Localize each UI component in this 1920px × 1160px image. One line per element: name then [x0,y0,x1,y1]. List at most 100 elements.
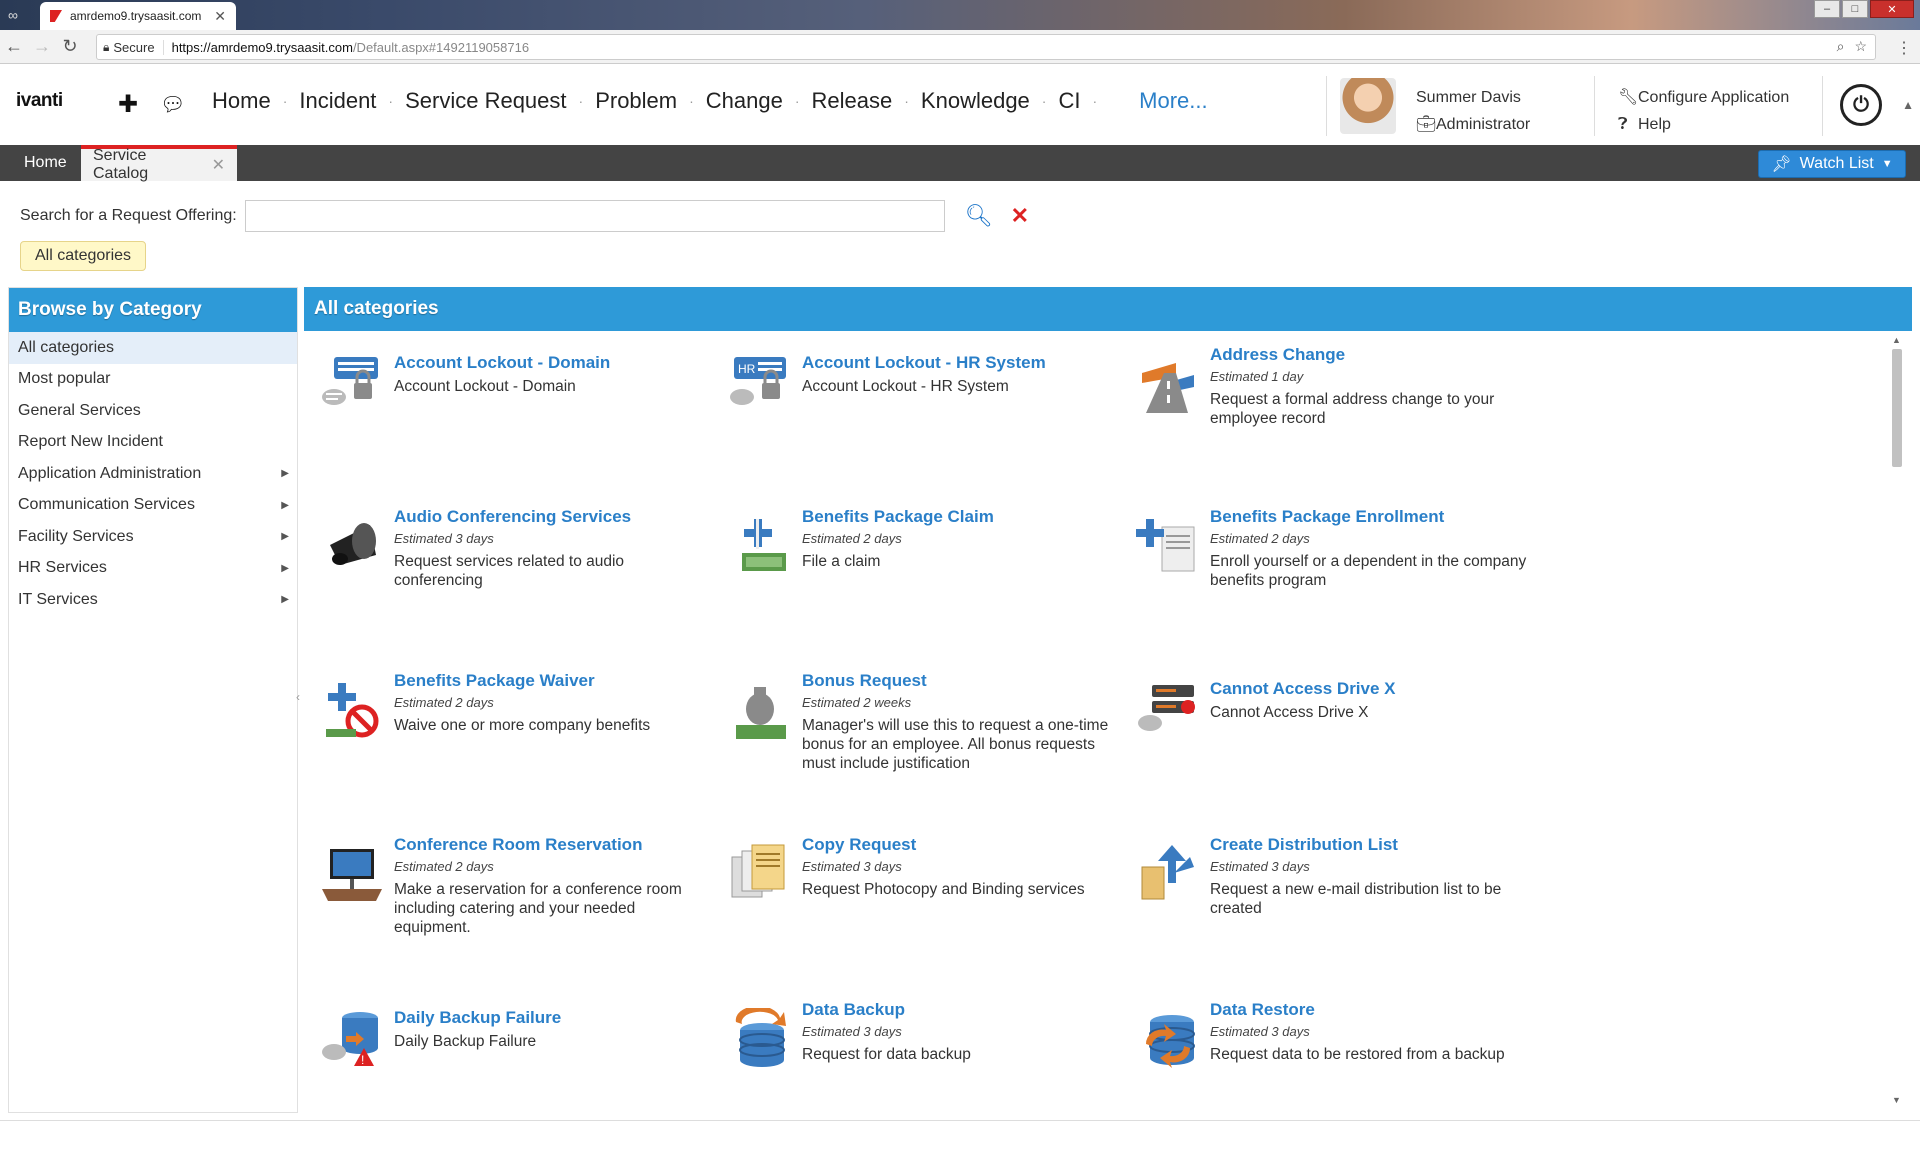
offering-title[interactable]: Bonus Request [802,671,1122,691]
search-input[interactable] [244,200,945,232]
offering-title[interactable]: Data Restore [1210,1000,1530,1020]
lock-icon: 🔒︎ [103,39,110,54]
browser-tabstrip: ∞ amrdemo9.trysaasit.com ✕ – □ ✕ [0,0,1920,30]
offering-title[interactable]: Conference Room Reservation [394,835,714,855]
zoom-icon[interactable]: ⌕ [1837,38,1845,55]
back-icon[interactable]: ← [0,36,28,57]
chevron-right-icon[interactable]: ▶ [281,500,289,511]
offering-estimate: Estimated 1 day [1210,369,1304,384]
medical-no-icon[interactable] [320,679,382,741]
chat-bubble-icon[interactable]: 💬︎ [160,92,185,117]
chevron-right-icon[interactable]: ▶ [281,594,289,605]
medical-document-icon[interactable] [1136,515,1198,577]
offering-title[interactable]: Benefits Package Waiver [394,671,714,691]
clear-search-icon[interactable]: ✕ [1011,203,1029,229]
scroll-up-icon[interactable]: ▲ [1902,98,1914,112]
scroll-up-arrow-icon[interactable]: ▲ [1892,335,1901,345]
drive-error-icon[interactable] [1136,679,1198,741]
new-plus-icon[interactable]: ✚ [118,90,138,119]
sidebar-item[interactable]: Report New Incident [9,427,297,459]
tab-service-catalog[interactable]: Service Catalog ✕ [81,145,237,182]
minimize-icon[interactable]: – [1814,0,1840,18]
browser-tab-title: amrdemo9.trysaasit.com [70,9,202,23]
bookmark-star-icon[interactable]: ☆ [1854,38,1867,55]
sidebar-item[interactable]: Most popular [9,364,297,396]
scroll-down-arrow-icon[interactable]: ▼ [1892,1095,1901,1105]
nav-release[interactable]: Release [812,88,893,114]
offering-title[interactable]: Account Lockout - HR System [802,353,1122,373]
url-input[interactable]: 🔒︎ Secure https://amrdemo9.trysaasit.com… [96,34,1876,60]
help-link[interactable]: Help [1638,116,1671,133]
logout-power-icon[interactable]: ⏻ [1840,84,1882,126]
scrollbar[interactable]: ▲ ▼ [1890,335,1904,1105]
offering-title[interactable]: Daily Backup Failure [394,1008,714,1028]
close-tab-icon[interactable]: ✕ [212,155,225,175]
nav-ci[interactable]: CI [1058,88,1080,114]
window-close-icon[interactable]: ✕ [1870,0,1914,18]
ivanti-logo[interactable]: ivanti [16,90,63,112]
database-backup-icon[interactable] [728,1005,790,1070]
sidebar-item-label: Application Administration [18,464,202,482]
offering-title[interactable]: Cannot Access Drive X [1210,679,1530,699]
reload-icon[interactable]: ↻ [56,36,84,57]
chevron-right-icon[interactable]: ▶ [281,468,289,479]
sidebar-item[interactable]: Facility Services ▶ [9,521,297,553]
offering-title[interactable]: Benefits Package Claim [802,507,1122,527]
sidebar-item[interactable]: Communication Services ▶ [9,490,297,522]
offering-title[interactable]: Benefits Package Enrollment [1210,507,1530,527]
copy-documents-icon[interactable] [728,843,790,905]
offering-title[interactable]: Account Lockout - Domain [394,353,714,373]
database-warning-icon[interactable]: ! [320,1008,382,1070]
browser-menu-kebab-icon[interactable]: ⋮ [1896,38,1912,58]
tab-home[interactable]: Home [12,145,79,181]
configure-application-link[interactable]: Configure Application [1638,89,1789,106]
tab-service-catalog-label: Service Catalog [93,147,149,182]
category-filter-chip[interactable]: All categories [20,241,147,271]
offering-title[interactable]: Data Backup [802,1000,1122,1020]
forward-icon[interactable]: → [28,36,56,57]
nav-service-request[interactable]: Service Request [405,88,566,114]
offering-title[interactable]: Address Change [1210,345,1530,365]
road-sign-icon[interactable] [1136,353,1198,415]
browser-menu-icon[interactable]: ∞ [8,7,18,23]
browser-tab[interactable]: amrdemo9.trysaasit.com ✕ [40,2,236,30]
sidebar-item[interactable]: General Services [9,395,297,427]
nav-knowledge[interactable]: Knowledge [921,88,1030,114]
sidebar-item[interactable]: Application Administration ▶ [9,458,297,490]
medical-money-icon[interactable] [728,515,790,577]
distribution-list-icon[interactable] [1136,843,1198,905]
nav-change[interactable]: Change [706,88,783,114]
server-lock-icon[interactable] [320,353,382,415]
offering-description: Account Lockout - Domain [394,378,576,395]
avatar[interactable] [1340,78,1396,134]
sidebar-item[interactable]: HR Services ▶ [9,553,297,585]
scrollbar-thumb[interactable] [1892,349,1902,467]
nav-home[interactable]: Home [212,88,271,114]
maximize-icon[interactable]: □ [1842,0,1868,18]
sidebar-item[interactable]: All categories [9,332,297,364]
nav-incident[interactable]: Incident [299,88,376,114]
conference-room-icon[interactable] [320,843,382,905]
nav-problem[interactable]: Problem [595,88,677,114]
chevron-right-icon[interactable]: ▶ [281,563,289,574]
chevron-right-icon[interactable]: ▶ [281,531,289,542]
money-bag-icon[interactable] [728,679,790,741]
user-role[interactable]: Administrator [1436,116,1530,133]
offering-title[interactable]: Create Distribution List [1210,835,1530,855]
database-restore-icon[interactable] [1136,1008,1198,1070]
offering-title[interactable]: Audio Conferencing Services [394,507,714,527]
chevron-down-icon: ▼ [1881,158,1893,170]
offering-title[interactable]: Copy Request [802,835,1122,855]
search-icon[interactable]: 🔍︎ [965,203,993,229]
close-tab-icon[interactable]: ✕ [214,8,226,25]
sidebar-item-label: IT Services [18,590,98,608]
conference-phone-icon[interactable] [320,515,382,577]
user-name[interactable]: Summer Davis [1416,84,1530,111]
sidebar-item[interactable]: IT Services ▶ [9,584,297,616]
offering-estimate: Estimated 3 days [394,531,494,546]
watch-list-button[interactable]: 📌︎ Watch List ▼ [1758,150,1906,178]
nav-more[interactable]: More... [1139,88,1207,114]
collapse-sidebar-icon[interactable]: ‹ [296,690,300,704]
offering-estimate: Estimated 3 days [802,859,902,874]
hr-server-lock-icon[interactable]: HR [728,353,790,415]
